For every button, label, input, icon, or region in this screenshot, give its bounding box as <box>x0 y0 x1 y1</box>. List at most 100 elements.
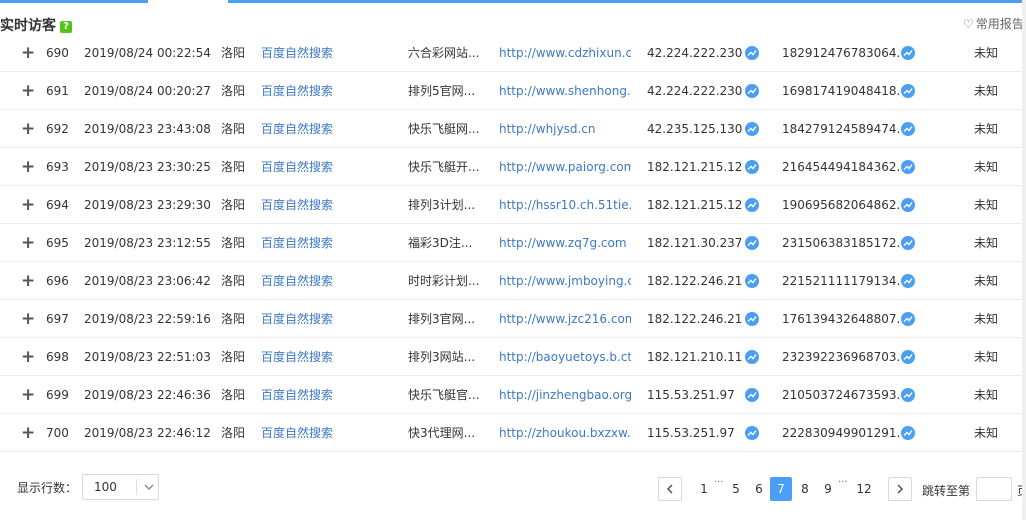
ip-trend-icon[interactable] <box>745 34 761 72</box>
ip-trend-icon[interactable] <box>745 300 761 338</box>
trend-icon[interactable] <box>901 388 915 402</box>
trend-icon[interactable] <box>745 350 759 364</box>
table-row[interactable]: +698 2019/08/23 22:51:03 洛阳 百度自然搜索 排列3网站... h… <box>0 338 1022 376</box>
ip-trend-icon[interactable] <box>745 110 761 148</box>
source-link[interactable]: 百度自然搜索 <box>261 186 391 224</box>
trend-icon[interactable] <box>901 274 915 288</box>
entry-url-link[interactable]: http://www.jmboying.c... <box>499 262 631 300</box>
ip-trend-icon[interactable] <box>745 148 761 186</box>
table-row[interactable]: +693 2019/08/23 23:30:25 洛阳 百度自然搜索 快乐飞艇开... h… <box>0 148 1022 186</box>
ip-trend-icon[interactable] <box>745 376 761 414</box>
entry-url-link[interactable]: http://www.cdzhixun.c... <box>499 34 631 72</box>
trend-icon[interactable] <box>901 84 915 98</box>
page-7-current[interactable]: 7 <box>770 477 792 501</box>
expand-row-icon[interactable]: + <box>21 72 35 110</box>
trend-icon[interactable] <box>745 388 759 402</box>
entry-url-link[interactable]: http://www.shenhong... <box>499 72 631 110</box>
visitor-trend-icon[interactable] <box>901 300 917 338</box>
visitor-trend-icon[interactable] <box>901 148 917 186</box>
table-row[interactable]: +697 2019/08/23 22:59:16 洛阳 百度自然搜索 排列3官网... h… <box>0 300 1022 338</box>
trend-icon[interactable] <box>745 236 759 250</box>
entry-url-link[interactable]: http://www.jzc216.com <box>499 300 631 338</box>
source-link[interactable]: 百度自然搜索 <box>261 338 391 376</box>
expand-row-icon[interactable]: + <box>21 148 35 186</box>
table-row[interactable]: +699 2019/08/23 22:46:36 洛阳 百度自然搜索 快乐飞艇官... h… <box>0 376 1022 414</box>
source-link[interactable]: 百度自然搜索 <box>261 72 391 110</box>
scrollbar-track[interactable] <box>1022 0 1026 520</box>
trend-icon[interactable] <box>745 46 759 60</box>
table-row[interactable]: +694 2019/08/23 23:29:30 洛阳 百度自然搜索 排列3计划... h… <box>0 186 1022 224</box>
trend-icon[interactable] <box>745 274 759 288</box>
entry-url-link[interactable]: http://hssr10.ch.51tie.... <box>499 186 631 224</box>
jump-to-page-input[interactable] <box>976 477 1012 501</box>
visitor-trend-icon[interactable] <box>901 110 917 148</box>
visitor-trend-icon[interactable] <box>901 186 917 224</box>
ip-trend-icon[interactable] <box>745 72 761 110</box>
entry-url-link[interactable]: http://zhoukou.bxzxw.c... <box>499 414 631 452</box>
trend-icon[interactable] <box>745 160 759 174</box>
trend-icon[interactable] <box>901 122 915 136</box>
table-row[interactable]: +695 2019/08/23 23:12:55 洛阳 百度自然搜索 福彩3D注... h… <box>0 224 1022 262</box>
visitor-trend-icon[interactable] <box>901 262 917 300</box>
source-link[interactable]: 百度自然搜索 <box>261 414 391 452</box>
table-row[interactable]: +696 2019/08/23 23:06:42 洛阳 百度自然搜索 时时彩计划... h… <box>0 262 1022 300</box>
visitor-trend-icon[interactable] <box>901 338 917 376</box>
rows-per-page-select[interactable]: 100 <box>82 474 159 500</box>
expand-row-icon[interactable]: + <box>21 34 35 72</box>
ip-trend-icon[interactable] <box>745 338 761 376</box>
table-row[interactable]: +690 2019/08/24 00:22:54 洛阳 百度自然搜索 六合彩网站... h… <box>0 34 1022 72</box>
visitor-trend-icon[interactable] <box>901 414 917 452</box>
common-report-link[interactable]: ♡ 常用报告 <box>963 15 1024 32</box>
expand-row-icon[interactable]: + <box>21 414 35 452</box>
trend-icon[interactable] <box>901 198 915 212</box>
visitor-trend-icon[interactable] <box>901 224 917 262</box>
trend-icon[interactable] <box>901 160 915 174</box>
ip-trend-icon[interactable] <box>745 186 761 224</box>
trend-icon[interactable] <box>901 312 915 326</box>
page-8[interactable]: 8 <box>795 477 815 501</box>
source-link[interactable]: 百度自然搜索 <box>261 224 391 262</box>
table-row[interactable]: +691 2019/08/24 00:20:27 洛阳 百度自然搜索 排列5官网... h… <box>0 72 1022 110</box>
entry-url-link[interactable]: http://www.zq7g.com <box>499 224 631 262</box>
trend-icon[interactable] <box>745 122 759 136</box>
page-6[interactable]: 6 <box>749 477 769 501</box>
table-row[interactable]: +700 2019/08/23 22:46:12 洛阳 百度自然搜索 快3代理网... h… <box>0 414 1022 452</box>
trend-icon[interactable] <box>745 312 759 326</box>
visitor-trend-icon[interactable] <box>901 376 917 414</box>
ip-trend-icon[interactable] <box>745 414 761 452</box>
expand-row-icon[interactable]: + <box>21 186 35 224</box>
source-link[interactable]: 百度自然搜索 <box>261 110 391 148</box>
next-page-button[interactable] <box>888 477 912 501</box>
source-link[interactable]: 百度自然搜索 <box>261 300 391 338</box>
expand-row-icon[interactable]: + <box>21 376 35 414</box>
source-link[interactable]: 百度自然搜索 <box>261 34 391 72</box>
table-row[interactable]: +692 2019/08/23 23:43:08 洛阳 百度自然搜索 快乐飞艇网... h… <box>0 110 1022 148</box>
source-link[interactable]: 百度自然搜索 <box>261 376 391 414</box>
trend-icon[interactable] <box>745 426 759 440</box>
trend-icon[interactable] <box>901 236 915 250</box>
trend-icon[interactable] <box>901 46 915 60</box>
ip-trend-icon[interactable] <box>745 224 761 262</box>
page-12[interactable]: 12 <box>852 477 876 501</box>
page-9[interactable]: 9 <box>818 477 838 501</box>
entry-url-link[interactable]: http://jinzhengbao.org <box>499 376 631 414</box>
expand-row-icon[interactable]: + <box>21 224 35 262</box>
expand-row-icon[interactable]: + <box>21 262 35 300</box>
page-1[interactable]: 1 <box>694 477 714 501</box>
trend-icon[interactable] <box>745 84 759 98</box>
visitor-trend-icon[interactable] <box>901 34 917 72</box>
source-link[interactable]: 百度自然搜索 <box>261 262 391 300</box>
trend-icon[interactable] <box>901 426 915 440</box>
trend-icon[interactable] <box>901 350 915 364</box>
entry-url-link[interactable]: http://whjysd.cn <box>499 110 631 148</box>
page-5[interactable]: 5 <box>726 477 746 501</box>
entry-url-link[interactable]: http://baoyuetoys.b.ct... <box>499 338 631 376</box>
expand-row-icon[interactable]: + <box>21 300 35 338</box>
help-icon[interactable]: ? <box>60 21 72 33</box>
trend-icon[interactable] <box>745 198 759 212</box>
expand-row-icon[interactable]: + <box>21 110 35 148</box>
source-link[interactable]: 百度自然搜索 <box>261 148 391 186</box>
prev-page-button[interactable] <box>658 477 682 501</box>
visitor-trend-icon[interactable] <box>901 72 917 110</box>
expand-row-icon[interactable]: + <box>21 338 35 376</box>
